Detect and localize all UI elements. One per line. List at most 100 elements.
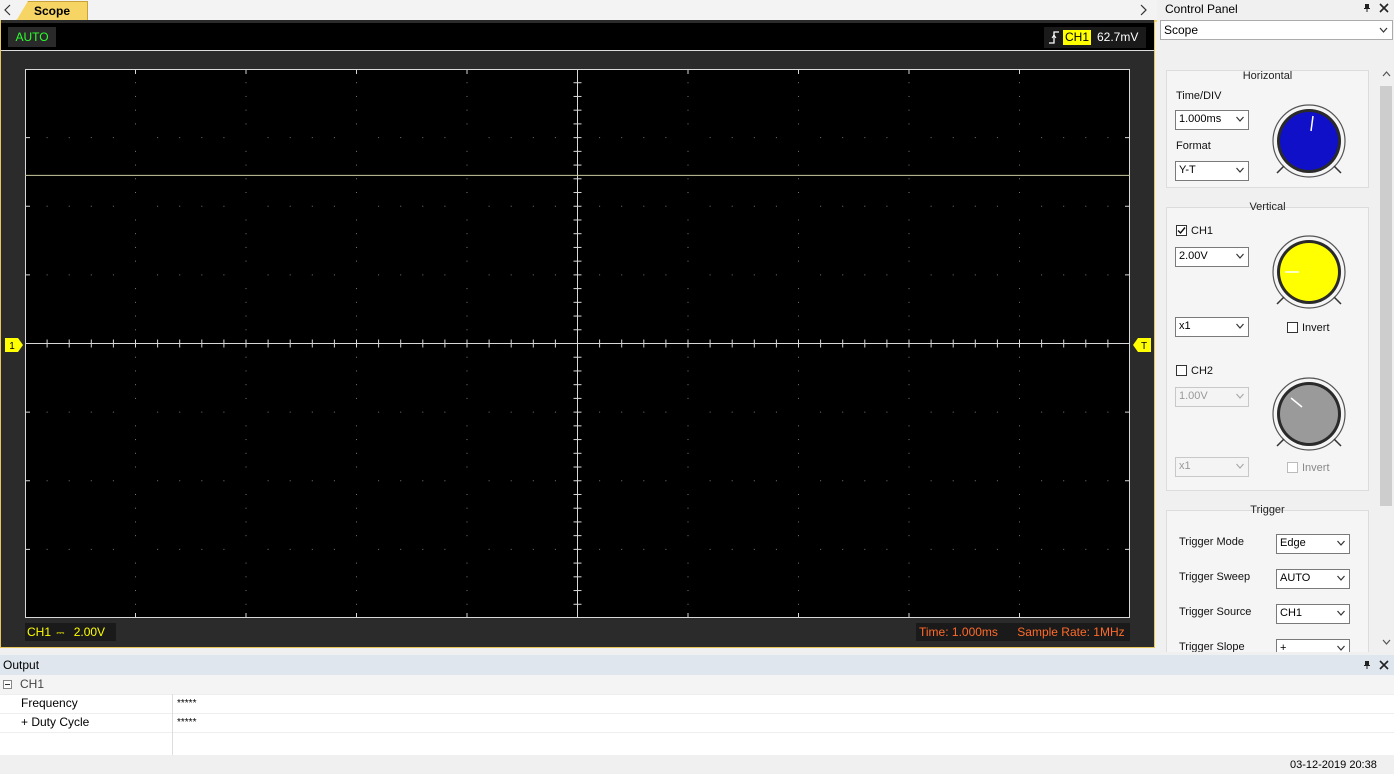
grid-dot: [908, 535, 910, 537]
grid-dot: [908, 233, 910, 235]
grid-dot: [908, 507, 910, 509]
grid-dot: [245, 288, 247, 290]
grid-dot: [643, 137, 645, 139]
close-icon[interactable]: [1379, 3, 1389, 13]
control-panel-scrollbar[interactable]: [1378, 64, 1394, 652]
trigger-mode-select[interactable]: Edge: [1276, 534, 1350, 554]
grid-dot: [356, 329, 357, 331]
grid-dot: [378, 480, 380, 482]
grid-dot: [687, 562, 689, 564]
grid-dot: [1019, 233, 1020, 235]
chevron-down-icon: [1236, 253, 1244, 259]
grid-dot: [400, 137, 402, 139]
ch2-volts-knob[interactable]: [1271, 376, 1347, 452]
ch1-offset-marker[interactable]: 1: [5, 338, 23, 352]
grid-dot: [68, 274, 70, 276]
grid-dot: [245, 164, 247, 166]
grid-dot: [356, 507, 357, 509]
format-value: Y-T: [1179, 164, 1196, 176]
grid-dot: [798, 95, 799, 97]
grid-dot: [775, 205, 777, 207]
ch2-probe-select[interactable]: x1: [1175, 457, 1249, 477]
grid-dot: [820, 411, 822, 413]
grid-dot: [289, 137, 291, 139]
grid-dot: [1019, 370, 1020, 372]
grid-dot: [1063, 137, 1065, 139]
tab-scope[interactable]: Scope: [16, 1, 88, 21]
grid-dot: [466, 315, 468, 317]
grid-dot: [974, 480, 976, 482]
output-row[interactable]: Frequency *****: [0, 694, 1394, 714]
grid-dot: [510, 274, 512, 276]
grid-dot: [532, 205, 534, 207]
grid-dot: [908, 95, 910, 97]
tab-strip: [0, 0, 1157, 22]
grid-dot: [1019, 95, 1020, 97]
grid-dot: [886, 548, 888, 550]
grid-dot: [112, 480, 114, 482]
grid-dot: [466, 192, 468, 194]
ch2-checkbox[interactable]: [1176, 365, 1187, 376]
timebase-knob[interactable]: [1271, 103, 1347, 179]
grid-dot: [466, 452, 468, 454]
ch1-checkbox[interactable]: [1176, 225, 1187, 236]
grid-dot: [532, 274, 534, 276]
grid-dot: [400, 548, 402, 550]
close-icon[interactable]: [1379, 660, 1389, 670]
scroll-right-icon[interactable]: [1138, 3, 1148, 17]
chevron-down-icon: [1379, 27, 1388, 33]
pin-icon[interactable]: [1362, 3, 1372, 13]
grid-dot: [908, 466, 910, 468]
scroll-left-icon[interactable]: [3, 3, 13, 17]
grid-dot: [135, 246, 136, 248]
output-group-row[interactable]: CH1: [0, 675, 1394, 695]
grid-dot: [908, 590, 910, 592]
grid-dot: [908, 288, 910, 290]
grid-dot: [731, 548, 733, 550]
grid-dot: [356, 562, 357, 564]
trigger-source-select[interactable]: CH1: [1276, 604, 1350, 624]
trigger-level-marker[interactable]: T: [1133, 338, 1151, 352]
time-div-select[interactable]: 1.000ms: [1175, 110, 1249, 130]
ch1-volts-knob[interactable]: [1271, 234, 1347, 310]
ch2-invert-checkbox[interactable]: [1287, 462, 1298, 473]
grid-dot: [842, 274, 844, 276]
grid-dot: [466, 493, 468, 495]
output-row[interactable]: + Duty Cycle *****: [0, 713, 1394, 733]
grid-dot: [333, 274, 335, 276]
grid-dot: [245, 452, 247, 454]
grid-dot: [400, 205, 402, 207]
grid-dot: [444, 548, 446, 550]
scroll-up-icon[interactable]: [1382, 70, 1391, 77]
grid-dot: [687, 109, 689, 111]
horizontal-group: Horizontal Time/DIV 1.000ms Format Y-T: [1166, 70, 1369, 188]
grid-dot: [798, 590, 799, 592]
grid-dot: [466, 288, 468, 290]
grid-dot: [245, 507, 247, 509]
ch1-probe-select[interactable]: x1: [1175, 317, 1249, 337]
view-select[interactable]: Scope: [1160, 20, 1393, 40]
grid-dot: [687, 493, 689, 495]
pin-icon[interactable]: [1362, 660, 1372, 670]
grid-dot: [798, 178, 799, 180]
grid-dot: [687, 576, 689, 578]
grid-dot: [245, 590, 247, 592]
trigger-group: Trigger Trigger Mode Edge Trigger Sweep …: [1166, 504, 1369, 652]
ch2-scale-select[interactable]: 1.00V: [1175, 387, 1249, 407]
grid-dot: [245, 315, 247, 317]
grid-dot: [753, 205, 755, 207]
ch1-scale-select[interactable]: 2.00V: [1175, 247, 1249, 267]
time-div-value: 1.000ms: [1179, 113, 1222, 125]
trigger-sweep-select[interactable]: AUTO: [1276, 569, 1350, 589]
grid-dot: [798, 535, 799, 537]
scroll-down-icon[interactable]: [1382, 639, 1391, 646]
grid-dot: [46, 137, 48, 139]
grid-dot: [532, 137, 534, 139]
collapse-icon[interactable]: [3, 680, 12, 689]
ch1-invert-checkbox[interactable]: [1287, 322, 1298, 333]
grid-dot: [1107, 205, 1109, 207]
format-select[interactable]: Y-T: [1175, 161, 1249, 181]
trigger-slope-select[interactable]: +: [1276, 639, 1350, 652]
scrollbar-thumb[interactable]: [1380, 86, 1392, 506]
grid-dot: [267, 205, 269, 207]
